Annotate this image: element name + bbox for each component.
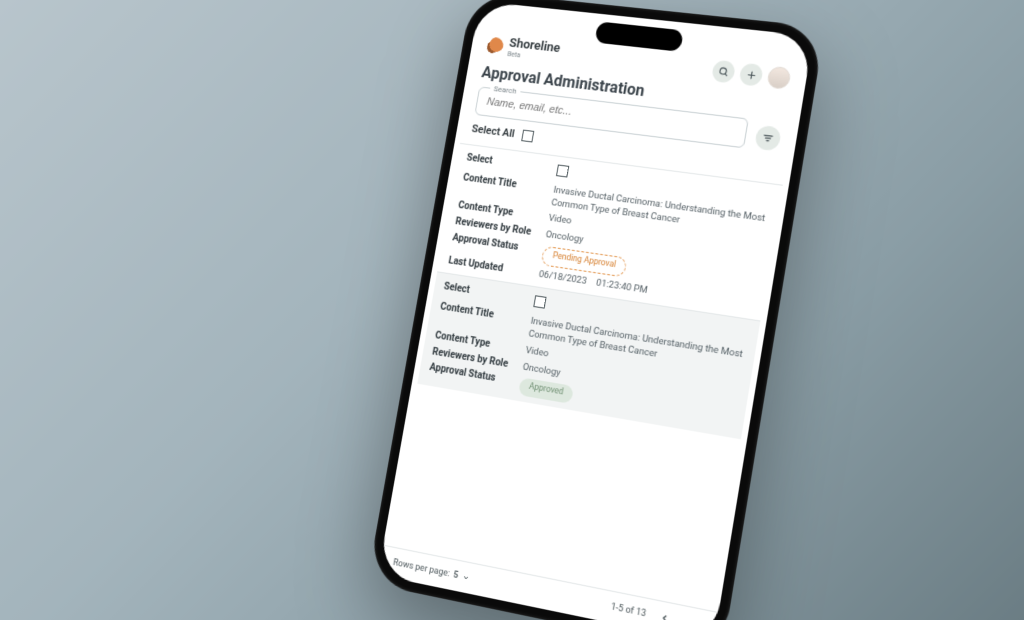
chevron-down-icon [461, 573, 470, 582]
add-button[interactable] [738, 63, 763, 87]
phone-screen: Shoreline Beta [378, 1, 814, 620]
search-button[interactable] [711, 60, 736, 84]
phone-mockup: Shoreline Beta [407, 0, 777, 620]
phone-frame: Shoreline Beta [367, 0, 825, 620]
next-page-button[interactable] [682, 613, 703, 620]
user-avatar[interactable] [766, 66, 792, 90]
prev-page-button[interactable] [654, 607, 675, 620]
rows-per-page[interactable]: Rows per page: 5 [392, 558, 470, 583]
brand-logo-icon [485, 36, 504, 55]
select-all-checkbox[interactable] [521, 129, 534, 142]
rows-per-page-label: Rows per page: [392, 558, 450, 579]
record-checkbox[interactable] [556, 164, 569, 177]
chevron-left-icon [659, 612, 671, 620]
brand[interactable]: Shoreline Beta [485, 35, 561, 64]
records-list: Select Content Title Invasive Ductal Car… [383, 142, 789, 612]
filter-button[interactable] [754, 125, 782, 152]
plus-icon [745, 69, 758, 81]
record-checkbox[interactable] [533, 296, 546, 309]
search-icon [717, 66, 730, 78]
pagination-range: 1-5 of 13 [610, 602, 647, 619]
app-root: Shoreline Beta [378, 1, 814, 620]
brand-text: Shoreline Beta [507, 37, 561, 64]
rows-per-page-value: 5 [452, 570, 459, 581]
filter-icon [761, 131, 775, 144]
